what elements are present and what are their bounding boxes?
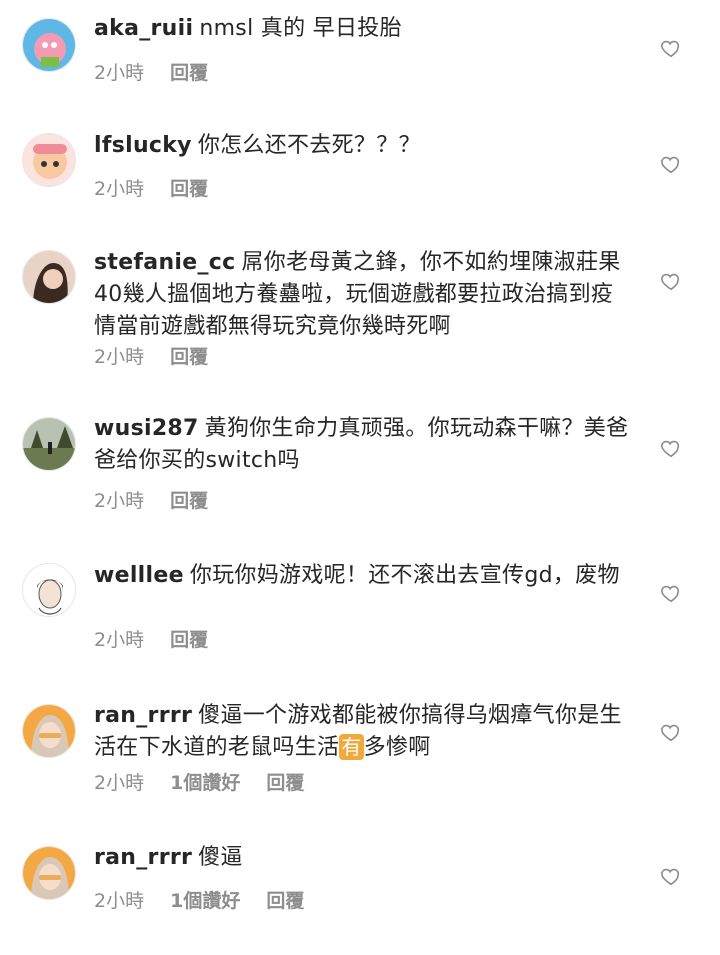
comment-text: lfslucky 你怎么还不去死？？？	[94, 130, 634, 162]
avatar[interactable]	[22, 133, 76, 187]
comment-body: nmsl 真的 早日投胎	[199, 16, 402, 41]
comment-meta: 2小時 回覆	[94, 342, 208, 369]
comment-body: 傻逼	[198, 845, 243, 870]
comment-body: 你怎么还不去死？？？	[197, 133, 421, 158]
comment-text: stefanie_cc 屌你老母黃之鋒，你不如約埋陳淑莊果40幾人搵個地方養蠱啦，…	[94, 247, 634, 343]
heart-icon[interactable]	[660, 437, 682, 459]
heart-icon[interactable]	[660, 153, 682, 175]
avatar-image-icon	[23, 847, 75, 899]
username[interactable]: wusi287	[94, 416, 199, 441]
reply-button[interactable]: 回覆	[170, 486, 208, 513]
username[interactable]: stefanie_cc	[94, 250, 235, 275]
avatar[interactable]	[22, 18, 76, 72]
username[interactable]: aka_ruii	[94, 16, 193, 41]
emoji-badge: 有	[339, 734, 364, 760]
avatar-image-icon	[23, 251, 75, 303]
comment-text: wusi287 黃狗你生命力真顽强。你玩动森干嘛？美爸爸给你买的switch吗	[94, 413, 634, 477]
comment-meta: 2小時 回覆	[94, 486, 208, 513]
reply-button[interactable]: 回覆	[170, 342, 208, 369]
comment-text: ran_rrrr 傻逼一个游戏都能被你搞得乌烟瘴气你是生活在下水道的老鼠吗生活 有多…	[94, 700, 634, 764]
username[interactable]: ran_rrrr	[94, 845, 192, 870]
avatar-image-icon	[23, 134, 75, 186]
comment-meta: 2小時 1個讚好 回覆	[94, 886, 304, 913]
avatar[interactable]	[22, 846, 76, 900]
comment-text: welllee 你玩你妈游戏呢！还不滚出去宣传gd，废物	[94, 560, 634, 592]
timestamp: 2小時	[94, 178, 145, 200]
avatar-image-icon	[23, 418, 75, 470]
comment-body-tail: 多惨啊	[363, 735, 431, 760]
timestamp: 2小時	[94, 490, 145, 512]
reply-button[interactable]: 回覆	[170, 58, 208, 85]
likes-count-button[interactable]: 1個讚好	[170, 768, 240, 795]
comment-text: aka_ruii nmsl 真的 早日投胎	[94, 13, 634, 45]
comment-body: 你玩你妈游戏呢！还不滚出去宣传gd，废物	[189, 563, 620, 588]
heart-icon[interactable]	[660, 37, 682, 59]
comment-text: ran_rrrr 傻逼	[94, 842, 634, 874]
timestamp: 2小時	[94, 890, 145, 912]
likes-count-button[interactable]: 1個讚好	[170, 886, 240, 913]
avatar-image-icon	[23, 705, 75, 757]
comment-meta: 2小時 回覆	[94, 174, 208, 201]
avatar[interactable]	[22, 417, 76, 471]
timestamp: 2小時	[94, 62, 145, 84]
reply-button[interactable]: 回覆	[266, 886, 304, 913]
avatar-image-icon	[23, 19, 75, 71]
heart-icon[interactable]	[660, 270, 682, 292]
reply-button[interactable]: 回覆	[266, 768, 304, 795]
reply-button[interactable]: 回覆	[170, 625, 208, 652]
timestamp: 2小時	[94, 772, 145, 794]
comment-meta: 2小時 回覆	[94, 58, 208, 85]
heart-icon[interactable]	[660, 865, 682, 887]
avatar[interactable]	[22, 563, 76, 617]
avatar[interactable]	[22, 704, 76, 758]
username[interactable]: ran_rrrr	[94, 703, 192, 728]
comment-meta: 2小時 1個讚好 回覆	[94, 768, 304, 795]
username[interactable]: lfslucky	[94, 133, 192, 158]
heart-icon[interactable]	[660, 582, 682, 604]
avatar[interactable]	[22, 250, 76, 304]
username[interactable]: welllee	[94, 563, 184, 588]
avatar-image-icon	[23, 564, 75, 616]
reply-button[interactable]: 回覆	[170, 174, 208, 201]
timestamp: 2小時	[94, 629, 145, 651]
timestamp: 2小時	[94, 346, 145, 368]
comment-meta: 2小時 回覆	[94, 625, 208, 652]
heart-icon[interactable]	[660, 721, 682, 743]
